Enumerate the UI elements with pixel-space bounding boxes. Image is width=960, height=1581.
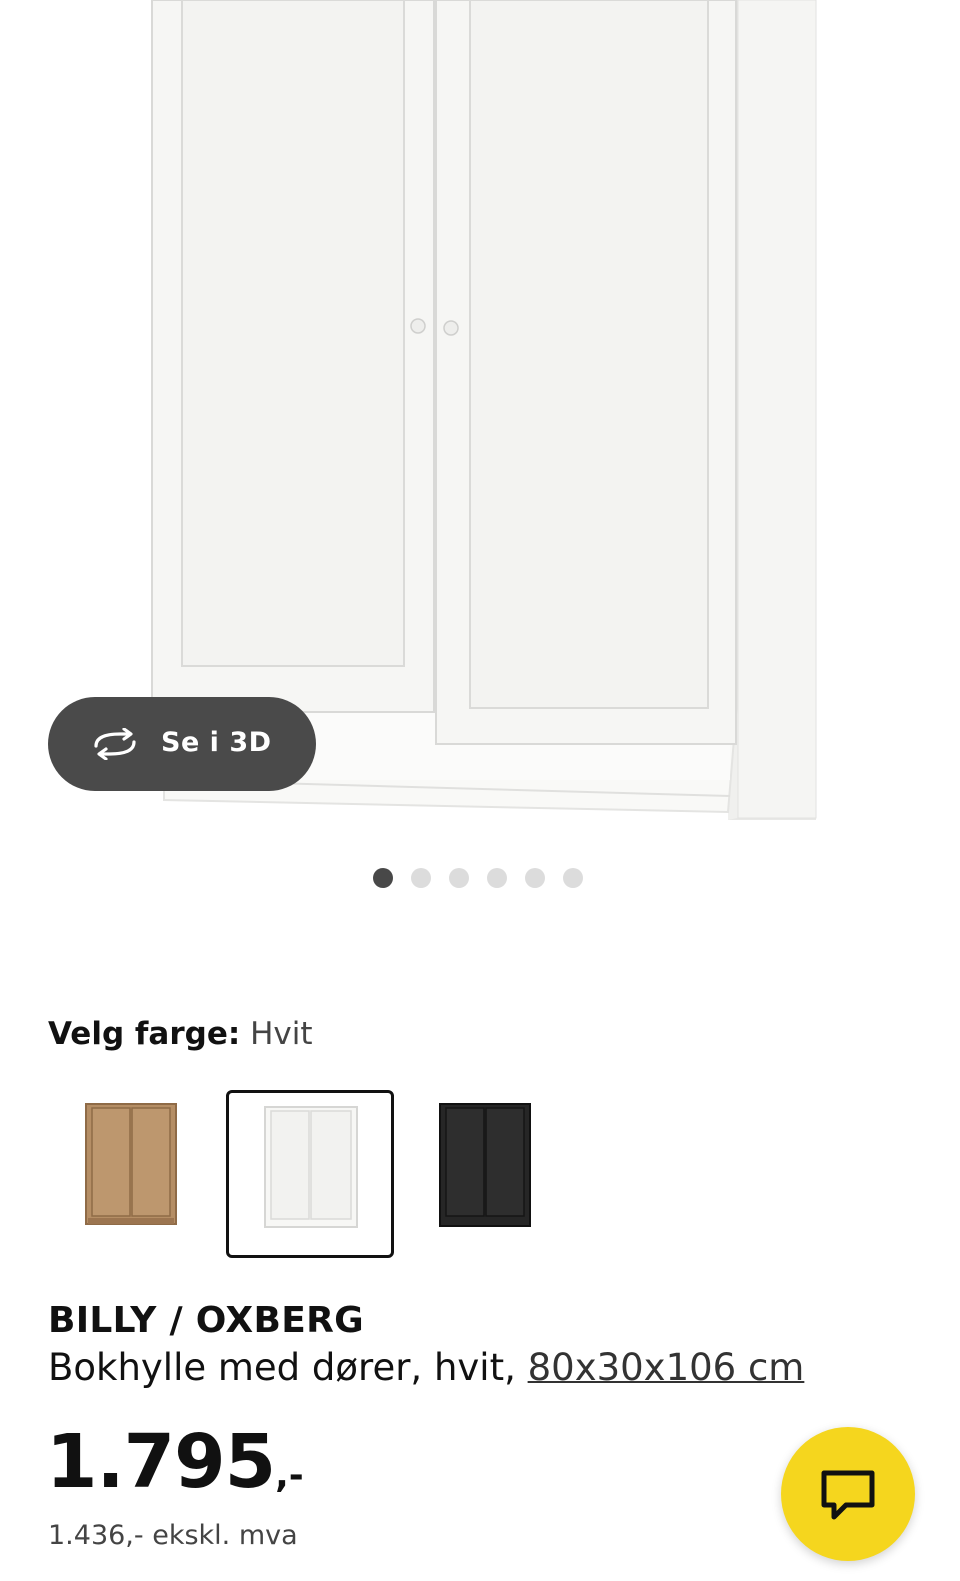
chat-icon [821,1470,875,1520]
product-title: BILLY / OXBERG [48,1300,364,1341]
color-swatch-white[interactable] [226,1090,394,1258]
carousel-dot[interactable] [373,868,393,888]
color-picker-label: Velg farge: Hvit [48,1016,313,1052]
color-picker-heading: Velg farge: [48,1016,241,1052]
chat-button[interactable] [781,1427,915,1561]
color-swatch-black[interactable] [406,1090,574,1258]
carousel-dot[interactable] [563,868,583,888]
carousel-dot[interactable] [449,868,469,888]
price-suffix: ,- [275,1455,304,1496]
selected-color-value: Hvit [250,1016,313,1052]
color-swatch-oak[interactable] [56,1090,224,1258]
view-in-3d-button[interactable]: Se i 3D [48,697,316,791]
carousel-indicators [373,868,583,888]
product-price: 1.795,- [46,1425,304,1499]
carousel-dot[interactable] [411,868,431,888]
carousel-dot[interactable] [487,868,507,888]
price-main: 1.795 [46,1419,276,1505]
product-image-carousel[interactable]: Se i 3D [0,0,960,840]
price-excl-vat: 1.436,- ekskl. mva [48,1520,298,1551]
dimensions-link[interactable]: 80x30x106 cm [528,1346,805,1389]
carousel-dot[interactable] [525,868,545,888]
product-description: Bokhylle med dører, hvit, 80x30x106 cm [48,1346,804,1389]
product-description-text: Bokhylle med dører, hvit, [48,1346,528,1389]
view-in-3d-label: Se i 3D [161,727,272,758]
rotate-3d-icon [94,728,136,760]
